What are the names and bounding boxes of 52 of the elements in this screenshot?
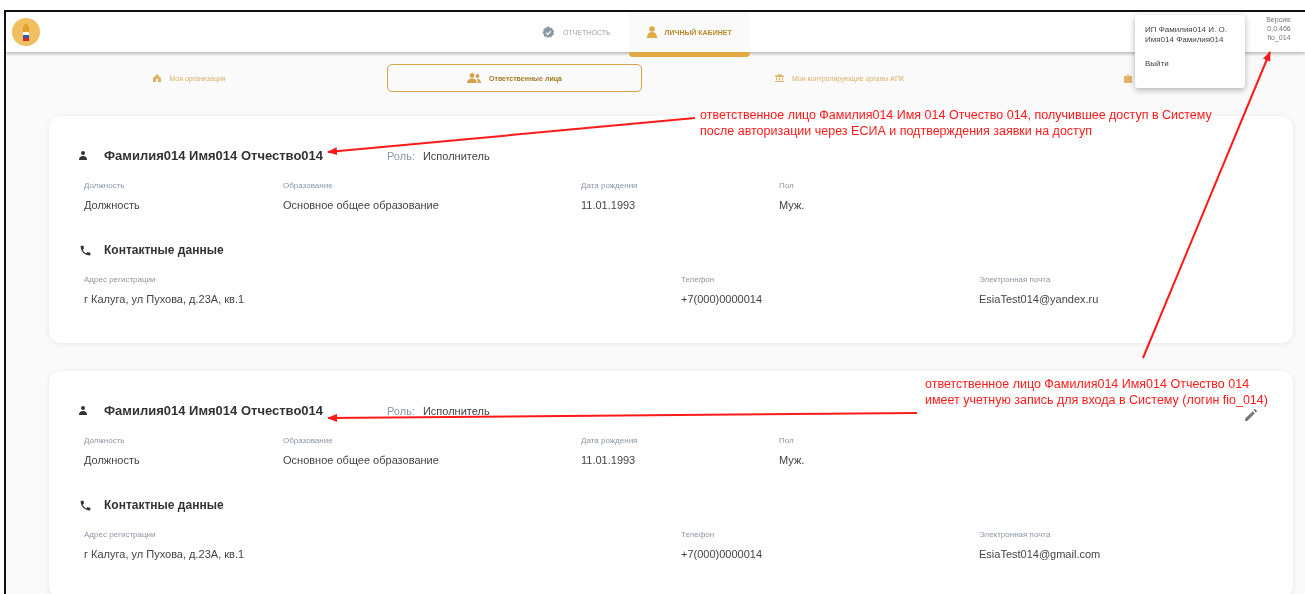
- role-value: Исполнитель: [422, 149, 490, 162]
- person-icon: [79, 151, 87, 160]
- field-label: Дата рождения: [581, 181, 639, 190]
- bank-icon: [774, 74, 784, 82]
- field-label: Образование: [283, 436, 334, 445]
- field-label: Дата рождения: [581, 436, 639, 445]
- home-icon: [153, 74, 162, 82]
- person-name: Фамилия014 Имя014 Отчество014: [104, 403, 325, 418]
- field-value: Муж.: [779, 199, 806, 211]
- field-value: +7(000)0000014: [681, 548, 764, 560]
- field-value: EsiaTest014@yandex.ru: [979, 293, 1100, 305]
- field-label: Пол: [779, 436, 795, 445]
- field-value: Основное общее образование: [283, 454, 440, 466]
- field-label: Должность: [84, 436, 126, 445]
- logout-item[interactable]: Выйти: [1145, 59, 1235, 68]
- person-icon: [79, 406, 87, 415]
- field-value: 11.01.1993: [581, 454, 637, 466]
- person-icon: [646, 26, 657, 38]
- people-icon: [467, 73, 481, 83]
- role-value: Исполнитель: [422, 404, 490, 417]
- field-label: Телефон: [681, 275, 716, 284]
- field-value: Муж.: [779, 454, 806, 466]
- field-label: Телефон: [681, 530, 716, 539]
- phone-icon: [79, 243, 92, 257]
- field-label: Электронная почта: [979, 275, 1052, 284]
- field-value: 11.01.1993: [581, 199, 637, 211]
- person-name: Фамилия014 Имя014 Отчество014: [104, 148, 325, 163]
- field-value: Должность: [84, 199, 141, 211]
- field-value: г Калуга, ул Пухова, д.23А, кв.1: [84, 548, 246, 560]
- pencil-icon[interactable]: [1244, 409, 1257, 422]
- field-value: EsiaTest014@gmail.com: [979, 548, 1102, 560]
- field-value: г Калуга, ул Пухова, д.23А, кв.1: [84, 293, 246, 305]
- field-label: Адрес регистрации: [84, 275, 157, 284]
- role-label: Роль:: [387, 149, 415, 162]
- role-label: Роль:: [387, 404, 415, 417]
- field-label: Адрес регистрации: [84, 530, 157, 539]
- logo-icon: [12, 18, 40, 46]
- field-label: Должность: [84, 181, 126, 190]
- annotation-text: ответственное лицо Фамилия014 Имя 014 Отчество 014, получившее доступ в Систему после авторизации через ЕСИА и подтверждения заявки на доступ: [700, 107, 1213, 139]
- contacts-title: Контактные данные: [104, 498, 224, 512]
- field-value: Должность: [84, 454, 141, 466]
- phone-icon: [79, 498, 92, 512]
- verified-badge-icon: [542, 25, 555, 39]
- field-label: Пол: [779, 181, 795, 190]
- field-value: Основное общее образование: [283, 199, 440, 211]
- field-label: Образование: [283, 181, 334, 190]
- field-label: Электронная почта: [979, 530, 1052, 539]
- briefcase-icon: [1124, 73, 1132, 83]
- field-value: +7(000)0000014: [681, 293, 764, 305]
- contacts-title: Контактные данные: [104, 243, 224, 257]
- annotation-text: ответственное лицо Фамилия014 Имя014 Отчество 014 имеет учетную запись для входа в Систему (логин fio_014): [925, 376, 1269, 408]
- user-name: ИП Фамилия014 И. О. Имя014 Фамилия014: [1145, 25, 1228, 45]
